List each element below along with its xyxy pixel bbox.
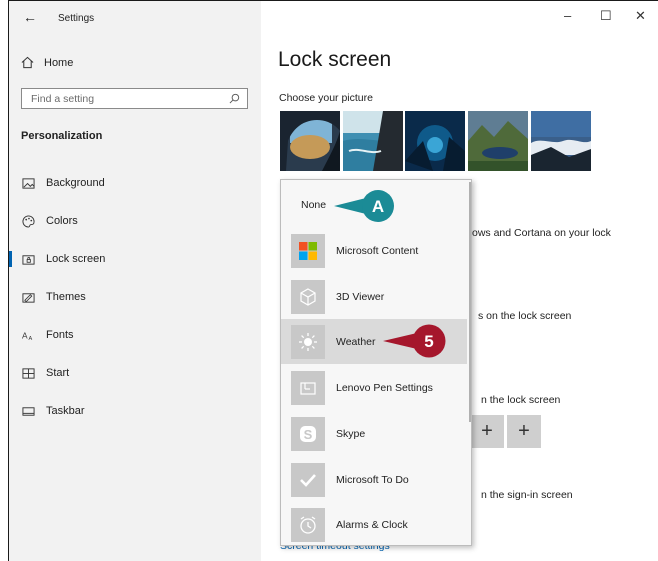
clock-icon	[291, 507, 325, 542]
settings-sidebar: ← Settings Home Find a setting Personali…	[9, 1, 261, 561]
picture-thumbnail-lake[interactable]	[468, 111, 528, 171]
checkmark-icon	[291, 462, 325, 497]
sidebar-item-label: Fonts	[46, 329, 74, 341]
detailed-status-app-dropdown: None Microsoft Content 3D Viewer Weather…	[280, 179, 472, 546]
dropdown-scrollbar[interactable]	[469, 182, 471, 422]
fonts-icon: AA	[21, 328, 35, 342]
close-button[interactable]: ✕	[635, 8, 646, 24]
dropdown-option-label: Weather	[336, 335, 376, 348]
window-title: Settings	[58, 13, 95, 24]
dropdown-option-label: 3D Viewer	[336, 290, 385, 303]
home-icon	[21, 56, 34, 69]
sidebar-item-label: Colors	[46, 215, 78, 227]
page-title: Lock screen	[278, 48, 392, 71]
sidebar-item-fonts[interactable]: AA Fonts	[9, 318, 261, 352]
search-placeholder: Find a setting	[31, 93, 95, 105]
cortana-setting-text: ows and Cortana on your lock	[472, 227, 611, 239]
lock-screen-icon	[21, 252, 35, 266]
home-nav-item[interactable]: Home	[21, 56, 73, 69]
maximize-button[interactable]: ☐	[600, 8, 612, 24]
minimize-button[interactable]: –	[564, 8, 571, 23]
dropdown-option-none[interactable]: None	[301, 199, 326, 211]
svg-text:A: A	[22, 330, 28, 340]
start-icon	[21, 366, 35, 380]
sidebar-item-background[interactable]: Background	[9, 166, 261, 200]
dropdown-option-label: Microsoft Content	[336, 244, 419, 257]
dropdown-option-microsoft-to-do[interactable]: Microsoft To Do	[281, 457, 467, 502]
sidebar-item-label: Background	[46, 177, 105, 189]
taskbar-icon	[21, 404, 35, 418]
sidebar-item-label: Lock screen	[46, 253, 106, 265]
picture-thumbnail-beach[interactable]	[343, 111, 403, 171]
dropdown-option-microsoft-content[interactable]: Microsoft Content	[281, 228, 467, 273]
pen-settings-icon	[291, 370, 325, 405]
section-title-personalization: Personalization	[21, 130, 103, 142]
add-quick-status-app-button[interactable]: +	[507, 415, 541, 448]
sidebar-item-colors[interactable]: Colors	[9, 204, 261, 238]
choose-picture-label: Choose your picture	[279, 92, 373, 104]
picture-thumbnail-clouds[interactable]	[531, 111, 591, 171]
microsoft-logo-icon	[291, 233, 325, 268]
sidebar-item-start[interactable]: Start	[9, 356, 261, 390]
dropdown-option-label: Skype	[336, 427, 366, 440]
dropdown-option-label: Alarms & Clock	[336, 518, 408, 531]
search-input[interactable]: Find a setting	[21, 88, 248, 109]
sun-icon	[291, 324, 325, 359]
signin-background-text: n the sign-in screen	[481, 489, 573, 501]
callout-5: 5	[383, 324, 446, 358]
dropdown-option-alarms-clock[interactable]: Alarms & Clock	[281, 502, 467, 545]
picture-thumbnail-cave[interactable]	[280, 111, 340, 171]
plus-icon: +	[481, 420, 493, 442]
dropdown-option-label: Lenovo Pen Settings	[336, 381, 433, 394]
callout-a-pointer	[334, 198, 366, 214]
cube-icon	[291, 279, 325, 314]
svg-text:A: A	[28, 336, 32, 342]
callout-a-label: A	[372, 197, 384, 216]
home-label: Home	[44, 56, 74, 69]
dropdown-option-label: Microsoft To Do	[336, 473, 409, 486]
dropdown-option-lenovo-pen-settings[interactable]: Lenovo Pen Settings	[281, 365, 467, 410]
sidebar-item-label: Taskbar	[46, 405, 85, 417]
svg-text:S: S	[304, 427, 313, 442]
themes-icon	[21, 290, 35, 304]
sidebar-item-lock-screen[interactable]: Lock screen	[9, 242, 261, 276]
palette-icon	[21, 214, 35, 228]
callout-5-pointer	[383, 333, 417, 349]
sidebar-item-taskbar[interactable]: Taskbar	[9, 394, 261, 428]
skype-icon: S	[291, 416, 325, 451]
back-arrow-icon[interactable]: ←	[23, 9, 37, 25]
quick-status-text: n the lock screen	[481, 394, 561, 406]
add-quick-status-app-button[interactable]: +	[470, 415, 504, 448]
dropdown-option-skype[interactable]: S Skype	[281, 411, 467, 456]
plus-icon: +	[518, 420, 530, 442]
dropdown-option-3d-viewer[interactable]: 3D Viewer	[281, 274, 467, 319]
sidebar-item-themes[interactable]: Themes	[9, 280, 261, 314]
sidebar-item-label: Themes	[46, 291, 86, 303]
window-frame-left	[0, 0, 8, 561]
sidebar-item-label: Start	[46, 367, 70, 379]
search-icon	[229, 93, 240, 104]
active-indicator	[9, 251, 12, 267]
detailed-status-text: s on the lock screen	[478, 310, 572, 322]
background-icon	[21, 176, 35, 190]
callout-5-label: 5	[424, 332, 433, 351]
callout-a: A	[334, 190, 394, 222]
picture-thumbnail-underwater[interactable]	[405, 111, 465, 171]
